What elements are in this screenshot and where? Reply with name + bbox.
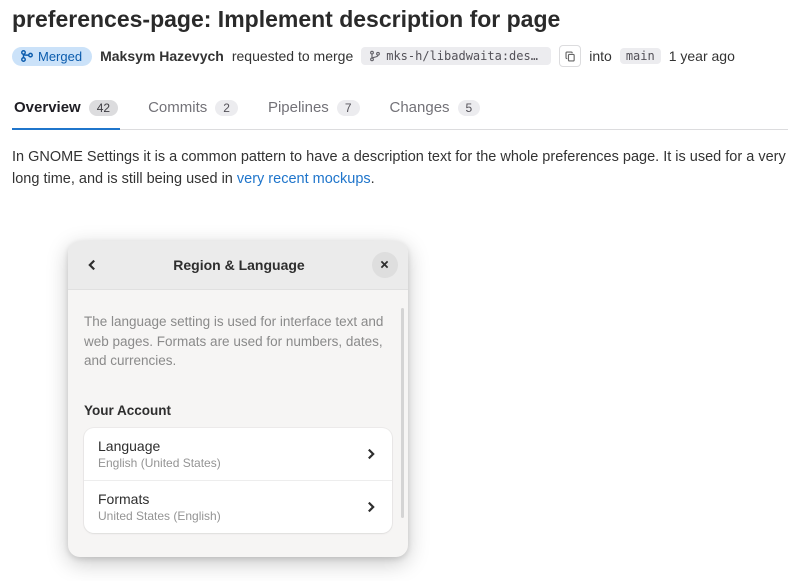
tab-label: Changes <box>390 99 450 116</box>
copy-branch-button[interactable] <box>559 45 581 67</box>
mockup-window: Region & Language The language setting i… <box>68 241 408 557</box>
scrollbar[interactable] <box>401 308 404 518</box>
chevron-right-icon <box>364 447 378 461</box>
close-button[interactable] <box>372 252 398 278</box>
tab-commits[interactable]: Commits 2 <box>146 89 240 130</box>
mr-description: In GNOME Settings it is a common pattern… <box>12 146 788 191</box>
section-title: Your Account <box>84 403 392 418</box>
chevron-right-icon <box>364 500 378 514</box>
chevron-left-icon <box>85 258 99 272</box>
tab-changes[interactable]: Changes 5 <box>388 89 483 130</box>
settings-list: Language English (United States) Formats… <box>84 428 392 533</box>
tab-label: Overview <box>14 99 81 116</box>
tab-pipelines[interactable]: Pipelines 7 <box>266 89 362 130</box>
page-description: The language setting is used for interfa… <box>84 312 392 371</box>
copy-icon <box>564 50 577 63</box>
back-button[interactable] <box>78 251 106 279</box>
row-title: Language <box>98 438 221 454</box>
status-label: Merged <box>38 49 82 64</box>
mr-meta-row: Merged Maksym Hazevych requested to merg… <box>12 45 788 67</box>
action-text: requested to merge <box>232 48 353 64</box>
branch-icon <box>369 50 381 62</box>
tab-overview[interactable]: Overview 42 <box>12 89 120 130</box>
into-text: into <box>589 48 612 64</box>
tab-count: 42 <box>89 100 118 116</box>
desc-text-a: In GNOME Settings it is a common pattern… <box>12 149 786 187</box>
tab-bar: Overview 42 Commits 2 Pipelines 7 Change… <box>12 89 788 130</box>
source-branch-label: mks-h/libadwaita:descrip… <box>386 49 543 63</box>
desc-text-b: . <box>371 171 375 187</box>
status-badge: Merged <box>12 47 92 66</box>
tab-count: 7 <box>337 100 360 116</box>
close-icon <box>379 259 390 270</box>
author-link[interactable]: Maksym Hazevych <box>100 48 224 64</box>
tab-count: 5 <box>458 100 481 116</box>
mr-title: preferences-page: Implement description … <box>12 6 788 33</box>
mockup-body: The language setting is used for interfa… <box>68 290 408 557</box>
merge-icon <box>20 49 34 63</box>
list-item-formats[interactable]: Formats United States (English) <box>84 480 392 533</box>
row-subtitle: English (United States) <box>98 456 221 470</box>
tab-label: Pipelines <box>268 99 329 116</box>
time-ago: 1 year ago <box>669 48 735 64</box>
mockups-link[interactable]: very recent mockups <box>237 171 371 187</box>
row-title: Formats <box>98 491 221 507</box>
row-subtitle: United States (English) <box>98 509 221 523</box>
tab-count: 2 <box>215 100 238 116</box>
mockup-header: Region & Language <box>68 241 408 290</box>
mockup-title: Region & Language <box>173 257 304 273</box>
tab-label: Commits <box>148 99 207 116</box>
mockup-container: Region & Language The language setting i… <box>68 241 788 557</box>
source-branch-pill[interactable]: mks-h/libadwaita:descrip… <box>361 47 551 65</box>
target-branch-pill[interactable]: main <box>620 48 661 64</box>
list-item-language[interactable]: Language English (United States) <box>84 428 392 480</box>
